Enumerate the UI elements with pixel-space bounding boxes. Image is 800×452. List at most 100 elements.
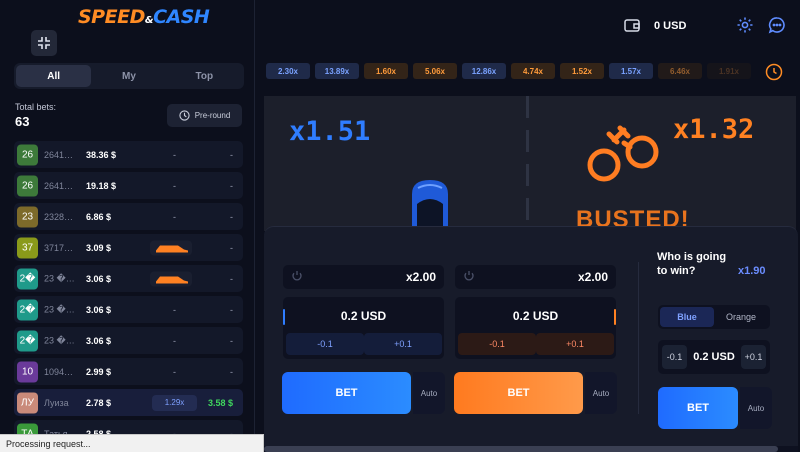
collapse-button[interactable] <box>31 30 57 56</box>
tab-all[interactable]: All <box>16 65 92 87</box>
bet-amount: 3.06 $ <box>86 335 112 346</box>
bet-amount: 38.36 $ <box>86 149 117 160</box>
side-plus-button[interactable]: +0.1 <box>741 345 766 369</box>
clock-icon <box>179 110 190 121</box>
history-chip[interactable]: 4.74x <box>511 63 555 79</box>
wallet-icon[interactable] <box>623 16 641 34</box>
preround-button[interactable]: Pre-round <box>167 104 242 127</box>
lane-divider <box>526 96 529 231</box>
bet-win: - <box>230 304 233 315</box>
gear-icon[interactable] <box>736 16 754 34</box>
blue-multiplier: x1.51 <box>289 116 371 147</box>
blue-stake-amount[interactable]: 0.2 USD <box>283 309 444 323</box>
avatar: 2� <box>17 268 38 289</box>
bet-multiplier: 1.29x <box>152 394 197 411</box>
side-bet-button[interactable]: BET <box>658 387 738 429</box>
logo-amp: & <box>144 15 154 26</box>
side-bet-title: Who is going to win? <box>657 251 727 277</box>
bet-win: - <box>230 180 233 191</box>
history-chip[interactable]: 5.06x <box>413 63 457 79</box>
chat-icon[interactable] <box>768 16 786 34</box>
bet-amount: 6.86 $ <box>86 211 112 222</box>
history-chip[interactable]: 2.30x <box>266 63 310 79</box>
side-bet-multiplier: x1.90 <box>738 265 766 277</box>
avatar: 10 <box>17 361 38 382</box>
team-orange-option[interactable]: Orange <box>714 307 768 327</box>
blue-minus-button[interactable]: -0.1 <box>286 333 364 355</box>
side-auto-button[interactable]: Auto <box>740 387 772 429</box>
orange-stake-box: 0.2 USD -0.1 +0.1 <box>455 297 616 359</box>
avatar: 26 <box>17 144 38 165</box>
bet-amount: 3.06 $ <box>86 304 112 315</box>
bet-username: 23 �… <box>44 304 75 314</box>
bet-amount: 2.78 $ <box>86 397 112 408</box>
bet-row: 2� 23 �… 3.06 $ - <box>14 265 243 292</box>
bet-username: 23 �… <box>44 335 75 345</box>
car-icon <box>150 240 192 255</box>
avatar: 37 <box>17 237 38 258</box>
orange-auto-button[interactable]: Auto <box>585 372 617 414</box>
blue-auto-mult: x2.00 <box>405 270 436 284</box>
tab-my[interactable]: My <box>91 65 166 87</box>
bet-username: 2641… <box>44 149 74 160</box>
history-chip[interactable]: 6.46x <box>658 63 702 79</box>
avatar: ЛУ <box>17 392 38 413</box>
bet-row: 10 1094… 2.99 $ - - <box>14 358 243 385</box>
orange-plus-button[interactable]: +0.1 <box>536 333 614 355</box>
history-chip[interactable]: 1.91x <box>707 63 751 79</box>
total-bets-label: Total bets: <box>15 102 57 112</box>
orange-multiplier: x1.32 <box>673 114 755 145</box>
bet-amount: 3.09 $ <box>86 242 112 253</box>
bet-multiplier: - <box>173 180 176 191</box>
logo-speed: SPEED <box>78 6 145 28</box>
blue-auto-cashout[interactable]: x2.00 <box>283 265 444 289</box>
total-bets-value: 63 <box>15 114 30 129</box>
orange-stake-amount[interactable]: 0.2 USD <box>455 309 616 323</box>
avatar: 23 <box>17 206 38 227</box>
bet-win: - <box>230 335 233 346</box>
orange-minus-button[interactable]: -0.1 <box>458 333 536 355</box>
history-chip[interactable]: 13.89x <box>315 63 359 79</box>
blue-plus-button[interactable]: +0.1 <box>364 333 442 355</box>
bet-username: 1094… <box>44 366 74 377</box>
handcuffs-icon <box>587 125 659 182</box>
logo-cash: CASH <box>153 6 210 28</box>
blue-bet-button[interactable]: BET <box>282 372 411 414</box>
bet-row: 2� 23 �… 3.06 $ - - <box>14 296 243 323</box>
balance: 0 USD <box>654 20 687 32</box>
bet-win: - <box>230 211 233 222</box>
history-chip[interactable]: 1.52x <box>560 63 604 79</box>
avatar: 2� <box>17 330 38 351</box>
power-icon[interactable] <box>291 270 303 282</box>
bet-username: Луиза <box>44 397 69 408</box>
bet-username: 23 �… <box>44 273 75 283</box>
bet-multiplier: - <box>173 149 176 160</box>
bet-multiplier: - <box>173 366 176 377</box>
bet-username: 2328… <box>44 211 74 222</box>
bet-row: 26 2641… 38.36 $ - - <box>14 141 243 168</box>
bet-win: - <box>230 273 233 284</box>
history-chip[interactable]: 1.60x <box>364 63 408 79</box>
side-stake-box: -0.1 0.2 USD +0.1 <box>658 340 770 374</box>
bet-amount: 19.18 $ <box>86 180 117 191</box>
orange-auto-cashout[interactable]: x2.00 <box>455 265 616 289</box>
scrollbar-thumb[interactable] <box>264 446 778 452</box>
bet-row: 37 3717… 3.09 $ - <box>14 234 243 261</box>
history-clock-icon[interactable] <box>765 63 783 81</box>
preround-label: Pre-round <box>194 111 231 120</box>
power-icon[interactable] <box>463 270 475 282</box>
collapse-icon <box>38 37 50 49</box>
history-chip[interactable]: 12.86x <box>462 63 506 79</box>
orange-bet-button[interactable]: BET <box>454 372 583 414</box>
bet-win: 3.58 $ <box>207 397 233 408</box>
tab-top[interactable]: Top <box>167 65 242 87</box>
bet-win: - <box>230 366 233 377</box>
history-chip[interactable]: 1.57x <box>609 63 653 79</box>
team-blue-option[interactable]: Blue <box>660 307 714 327</box>
bet-row: 26 2641… 19.18 $ - - <box>14 172 243 199</box>
bet-username: 3717… <box>44 242 74 253</box>
blue-auto-button[interactable]: Auto <box>413 372 445 414</box>
bet-amount: 2.99 $ <box>86 366 112 377</box>
bet-multiplier: - <box>173 335 176 346</box>
logo: SPEED&CASH <box>78 6 210 28</box>
